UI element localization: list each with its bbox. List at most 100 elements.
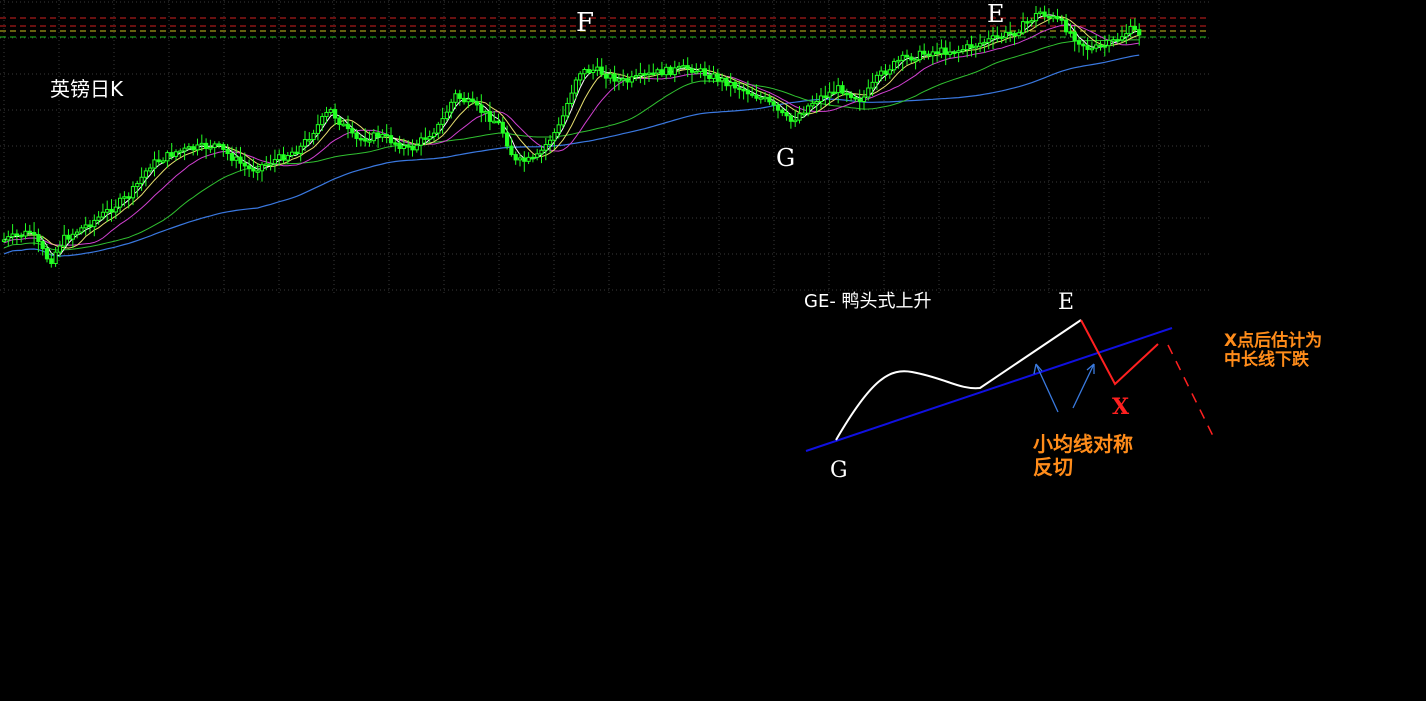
candle (866, 79, 871, 101)
candle-body (883, 70, 888, 75)
candle-body (268, 163, 273, 166)
candle (345, 115, 351, 139)
candle-body (995, 35, 1000, 38)
ma-yellow-line (3, 16, 1140, 249)
candle (397, 135, 402, 154)
candle-body (509, 145, 514, 156)
candle-body (573, 79, 578, 94)
candle-body (57, 245, 62, 253)
candle (612, 65, 617, 91)
candle-body (225, 148, 230, 155)
candle-body (298, 145, 303, 154)
candle-body (479, 104, 484, 113)
candle-body (745, 89, 750, 95)
candle (1033, 5, 1039, 28)
candle (969, 35, 974, 57)
candle-body (1012, 32, 1017, 37)
candle (616, 73, 621, 91)
candle (926, 50, 931, 60)
candle-body (36, 234, 41, 243)
diagram-label-x: X (1112, 394, 1130, 420)
candle-body (453, 93, 458, 103)
candle (414, 139, 419, 153)
candle (939, 39, 944, 59)
candle-body (904, 54, 910, 58)
candle (724, 76, 729, 91)
candle-body (358, 137, 363, 141)
candle-body (728, 81, 733, 87)
candle (823, 85, 828, 106)
candle-body (625, 78, 630, 83)
candle-body (1008, 31, 1013, 35)
candle-body (896, 59, 901, 63)
candle-body (182, 147, 187, 152)
candle-body (591, 69, 596, 74)
candle (315, 114, 320, 141)
candle-body (19, 234, 24, 238)
candle-body (655, 69, 660, 74)
candle (496, 113, 501, 125)
candle-body (917, 50, 922, 61)
candle-body (350, 128, 355, 134)
candle-body (913, 59, 918, 62)
candle (462, 92, 467, 105)
candle (216, 141, 222, 149)
candle-body (827, 91, 832, 98)
candle (535, 148, 540, 161)
candle-body (1085, 45, 1090, 50)
candle (634, 68, 639, 81)
annotation-f: F (576, 8, 595, 38)
candle-body (212, 143, 217, 149)
candle-body (492, 120, 497, 124)
candle (990, 26, 996, 50)
candle (1094, 35, 1099, 53)
candle (913, 56, 918, 70)
candle (543, 137, 548, 161)
candle (483, 109, 488, 122)
candle-body (840, 85, 845, 94)
candle-body (797, 113, 802, 121)
candle-body (1, 239, 7, 242)
candle (431, 128, 437, 141)
candle (371, 129, 376, 144)
candle-body (530, 156, 535, 160)
candle (320, 113, 325, 132)
chart-title: 英镑日K (50, 77, 124, 101)
candle (930, 46, 935, 65)
candle-body (251, 168, 256, 172)
candle (259, 162, 265, 182)
candle (608, 69, 613, 84)
candle (879, 66, 884, 82)
candle (143, 167, 149, 187)
ma-green-line (3, 39, 1140, 251)
candle-body (376, 132, 381, 138)
candle (19, 232, 24, 243)
candle-body (1021, 21, 1026, 34)
candle-body (259, 164, 265, 172)
candle (1038, 7, 1043, 16)
diagram-breakdown-path (1080, 319, 1159, 386)
candle-body (732, 81, 738, 89)
candle-body (156, 159, 161, 163)
candle (358, 134, 363, 147)
candle-body (780, 109, 785, 114)
candle-body (965, 44, 970, 51)
candle-body (126, 196, 131, 199)
candle-body (1137, 29, 1142, 36)
candle-body (354, 132, 359, 139)
candle (75, 228, 80, 239)
candle-body (930, 51, 935, 57)
candle-body (526, 156, 531, 162)
candle-body (698, 68, 703, 73)
candle-body (483, 111, 488, 114)
candle-body (79, 227, 84, 233)
candle (238, 146, 243, 172)
chart-stage: 英镑日K F G E GE- 鸭头式上升 G E X 小均线对称 反切 X点后估… (0, 0, 1426, 701)
candle-body (621, 78, 626, 81)
candle (956, 45, 961, 63)
candle-body (449, 101, 454, 113)
candle-body (517, 157, 523, 161)
candle (1016, 29, 1021, 39)
candle-body (208, 147, 213, 150)
candle-body (758, 97, 763, 100)
